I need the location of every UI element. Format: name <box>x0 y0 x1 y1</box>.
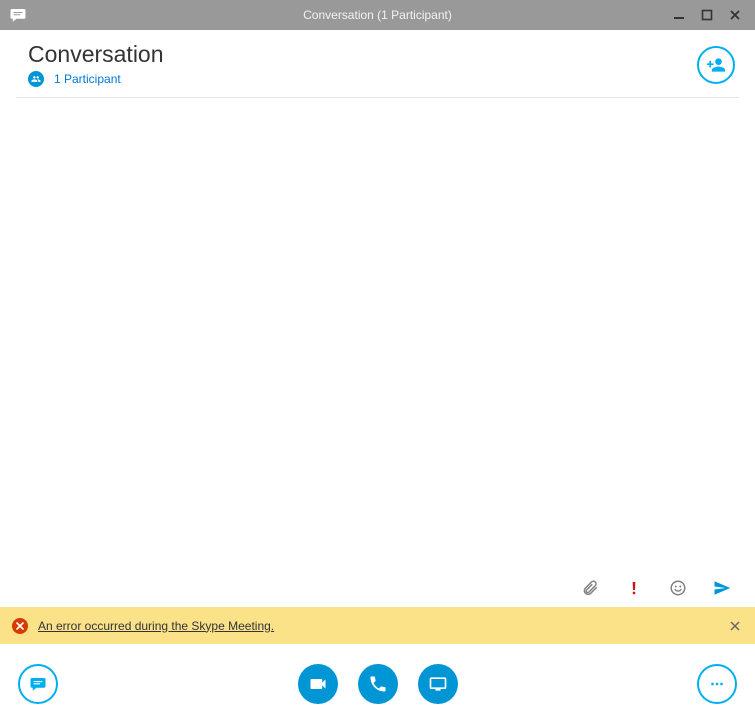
participants-row[interactable]: 1 Participant <box>28 71 697 87</box>
input-toolbar <box>579 577 733 599</box>
window-controls <box>665 0 755 30</box>
chat-message-area <box>0 100 755 503</box>
message-input-area[interactable] <box>0 503 755 607</box>
participants-icon <box>28 71 44 87</box>
emoji-button[interactable] <box>667 577 689 599</box>
minimize-button[interactable] <box>665 0 693 30</box>
error-close-button[interactable] <box>727 618 743 634</box>
error-icon <box>12 618 28 634</box>
add-participant-button[interactable] <box>697 46 735 84</box>
present-screen-button[interactable] <box>418 664 458 704</box>
chat-scrollbar[interactable] <box>739 100 753 503</box>
app-chat-icon <box>6 3 30 27</box>
title-bar: Conversation (1 Participant) <box>0 0 755 30</box>
video-call-button[interactable] <box>298 664 338 704</box>
header-divider <box>16 97 739 98</box>
error-banner: An error occurred during the Skype Meeti… <box>0 607 755 644</box>
conversation-header: Conversation 1 Participant <box>0 30 755 87</box>
error-message-link[interactable]: An error occurred during the Skype Meeti… <box>38 619 274 633</box>
audio-call-button[interactable] <box>358 664 398 704</box>
attachment-button[interactable] <box>579 577 601 599</box>
more-options-button[interactable] <box>697 664 737 704</box>
maximize-button[interactable] <box>693 0 721 30</box>
close-button[interactable] <box>721 0 749 30</box>
participants-count: 1 Participant <box>54 72 121 86</box>
window-title: Conversation (1 Participant) <box>0 8 755 22</box>
send-button[interactable] <box>711 577 733 599</box>
conversation-title: Conversation <box>28 42 697 67</box>
importance-button[interactable] <box>623 577 645 599</box>
bottom-toolbar <box>0 644 755 722</box>
